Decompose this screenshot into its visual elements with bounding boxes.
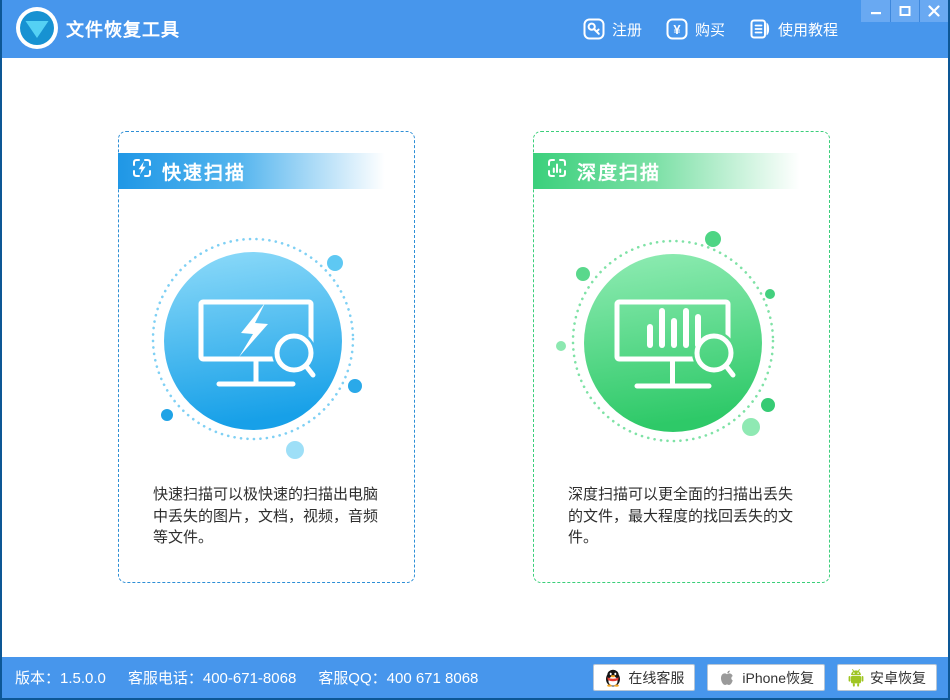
yuan-icon: ¥ [666, 18, 688, 40]
android-icon [848, 668, 864, 687]
quick-scan-card[interactable]: 快速扫描 快速扫描可以极快速的扫描出电脑中丢失的图片，文档，视频，音频等文件。 [118, 131, 415, 583]
deep-scan-illustration [556, 231, 775, 443]
quick-scan-header: 快速扫描 [118, 153, 408, 189]
qq-label: 客服QQ：400 671 8068 [318, 670, 479, 687]
version-label: 版本：1.5.0.0 [15, 670, 106, 687]
main-area: 快速扫描 快速扫描可以极快速的扫描出电脑中丢失的图片，文档，视频，音频等文件。 … [2, 58, 948, 657]
deep-scan-header: 深度扫描 [533, 153, 823, 189]
maximize-button[interactable] [890, 0, 919, 22]
maximize-icon [899, 6, 911, 16]
footer-buttons: 在线客服 iPhone恢复 安卓恢复 [593, 664, 948, 691]
android-recovery-label: 安卓恢复 [870, 669, 926, 686]
android-recovery-button[interactable]: 安卓恢复 [837, 664, 937, 691]
iphone-recovery-button[interactable]: iPhone恢复 [707, 664, 825, 691]
svg-text:¥: ¥ [673, 22, 681, 37]
close-button[interactable] [919, 0, 948, 22]
app-window: 文件恢复工具 注册 ¥ 购买 使用教程 快速扫描 快速扫描可以极快速的扫描出电脑… [0, 0, 950, 700]
buy-label: 购买 [694, 21, 725, 39]
app-logo-icon [16, 7, 58, 49]
deep-scan-card[interactable]: 深度扫描 深度扫描可以更全面的扫描出丢失的文件，最大程度的找回丢失的文件。 [533, 131, 830, 583]
footer-bar: 版本：1.5.0.0 客服电话：400-671-8068 客服QQ：400 67… [2, 657, 948, 698]
tutorial-button[interactable]: 使用教程 [749, 18, 838, 40]
footer-info: 版本：1.5.0.0 客服电话：400-671-8068 客服QQ：400 67… [2, 667, 478, 688]
minimize-button[interactable] [861, 0, 890, 22]
deep-scan-bars-icon [546, 157, 568, 185]
deep-scan-description: 深度扫描可以更全面的扫描出丢失的文件，最大程度的找回丢失的文件。 [568, 486, 794, 546]
online-service-label: 在线客服 [628, 669, 685, 686]
quick-scan-title: 快速扫描 [162, 162, 247, 184]
minimize-icon [870, 12, 881, 15]
apple-icon [718, 669, 737, 687]
register-button[interactable]: 注册 [583, 18, 642, 40]
close-icon [928, 5, 940, 17]
buy-button[interactable]: ¥ 购买 [666, 18, 725, 40]
title-bar: 文件恢复工具 注册 ¥ 购买 使用教程 [2, 0, 948, 58]
tutorial-label: 使用教程 [777, 21, 838, 39]
online-service-button[interactable]: 在线客服 [593, 664, 696, 691]
deep-scan-title: 深度扫描 [577, 162, 662, 184]
window-controls [861, 0, 948, 22]
register-label: 注册 [611, 21, 642, 39]
iphone-recovery-label: iPhone恢复 [742, 669, 814, 686]
book-icon [749, 18, 771, 40]
key-icon [583, 18, 605, 40]
page-title: 文件恢复工具 [66, 20, 180, 40]
quick-scan-description: 快速扫描可以极快速的扫描出电脑中丢失的图片，文档，视频，音频等文件。 [153, 486, 379, 546]
phone-label: 客服电话：400-671-8068 [127, 670, 297, 687]
lightning-scan-icon [131, 157, 153, 185]
titlebar-toolbar: 注册 ¥ 购买 使用教程 [583, 10, 838, 48]
quick-scan-illustration [151, 237, 362, 459]
qq-penguin-icon [604, 668, 622, 687]
